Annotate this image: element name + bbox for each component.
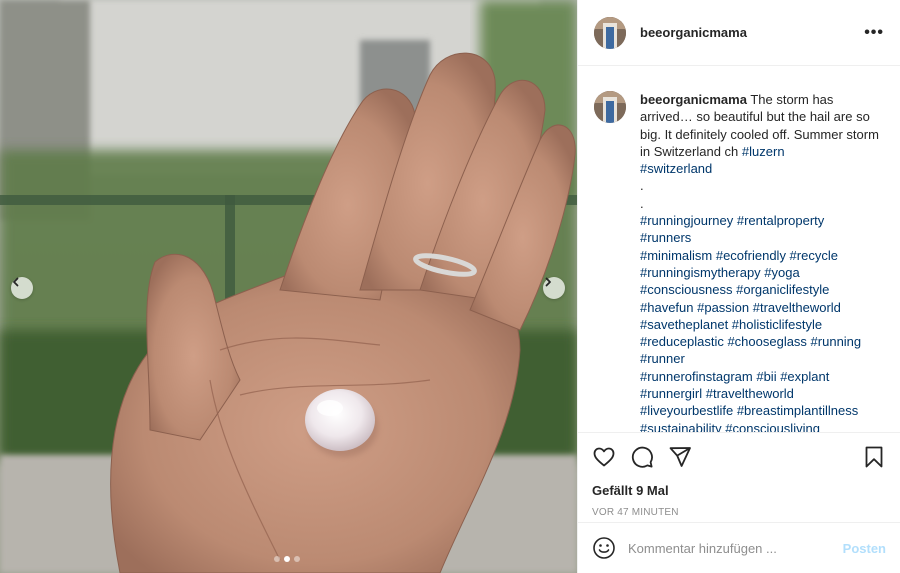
hashtag-line[interactable]: #savetheplanet #holisticlifestyle [640,316,880,333]
caption-text: beeorganicmama The storm has arrived… so… [640,91,880,432]
comment-icon [631,446,653,468]
post-details-panel: beeorganicmama ••• beeorganicmama The st… [577,0,900,573]
hashtag-line[interactable]: #runner [640,350,880,367]
post-comment-button[interactable]: Posten [843,541,886,556]
caption-username[interactable]: beeorganicmama [640,92,747,107]
share-button[interactable] [668,445,692,469]
carousel-dot-active [284,556,290,562]
emoji-icon [593,537,615,559]
hashtag-line[interactable]: #runners [640,229,880,246]
hashtag-line[interactable]: #runnergirl #traveltheworld [640,385,880,402]
hashtag-line[interactable]: #reduceplastic #chooseglass #running [640,333,880,350]
chevron-left-icon [13,277,19,287]
like-count[interactable]: Gefällt 9 Mal [592,483,886,498]
hashtag-line[interactable]: #runnerofinstagram #bii #explant [640,368,880,385]
hashtag-line[interactable]: #runningismytherapy #yoga [640,264,880,281]
more-options-button[interactable]: ••• [864,24,884,41]
hashtag-line[interactable]: #runningjourney #rentalproperty [640,212,880,229]
hashtag-link[interactable]: #switzerland [640,160,880,177]
hashtag-line[interactable]: #minimalism #ecofriendly #recycle [640,247,880,264]
profile-photo [594,16,626,49]
like-button[interactable] [592,445,616,469]
avatar[interactable] [594,91,626,123]
post-actions: Gefällt 9 Mal VOR 47 MINUTEN [578,432,900,518]
action-bar [592,443,886,471]
caption-section: beeorganicmama The storm has arrived… so… [578,67,900,432]
comment-input[interactable] [628,540,818,556]
bookmark-icon [865,446,883,468]
comment-button[interactable] [630,445,654,469]
hand-with-hailstone-image [0,0,577,573]
post-photo[interactable] [0,0,577,573]
emoji-button[interactable] [592,536,616,560]
post-timestamp: VOR 47 MINUTEN [592,507,679,518]
carousel-indicator [274,556,300,562]
post-author-username[interactable]: beeorganicmama [640,25,747,40]
comment-bar: Posten [578,522,900,573]
hashtag-line[interactable]: #consciousness #organiclifestyle [640,281,880,298]
hashtag-line[interactable]: #havefun #passion #traveltheworld [640,299,880,316]
caption-separator: . [640,178,644,194]
caption-separator: . [640,195,644,211]
hashtag-link[interactable]: #luzern [742,144,785,159]
next-photo-button[interactable] [543,277,565,299]
carousel-dot [274,556,280,562]
avatar[interactable] [594,16,626,49]
carousel-dot [294,556,300,562]
chevron-right-icon [545,277,551,287]
previous-photo-button[interactable] [11,277,33,299]
save-button[interactable] [862,445,886,469]
share-icon [669,447,691,467]
profile-photo [594,91,626,123]
hashtag-line[interactable]: #liveyourbestlife #breastimplantillness [640,402,880,419]
hashtag-line[interactable]: #sustainability #consciousliving [640,420,880,432]
post-header: beeorganicmama ••• [578,0,900,66]
heart-icon [593,447,615,467]
